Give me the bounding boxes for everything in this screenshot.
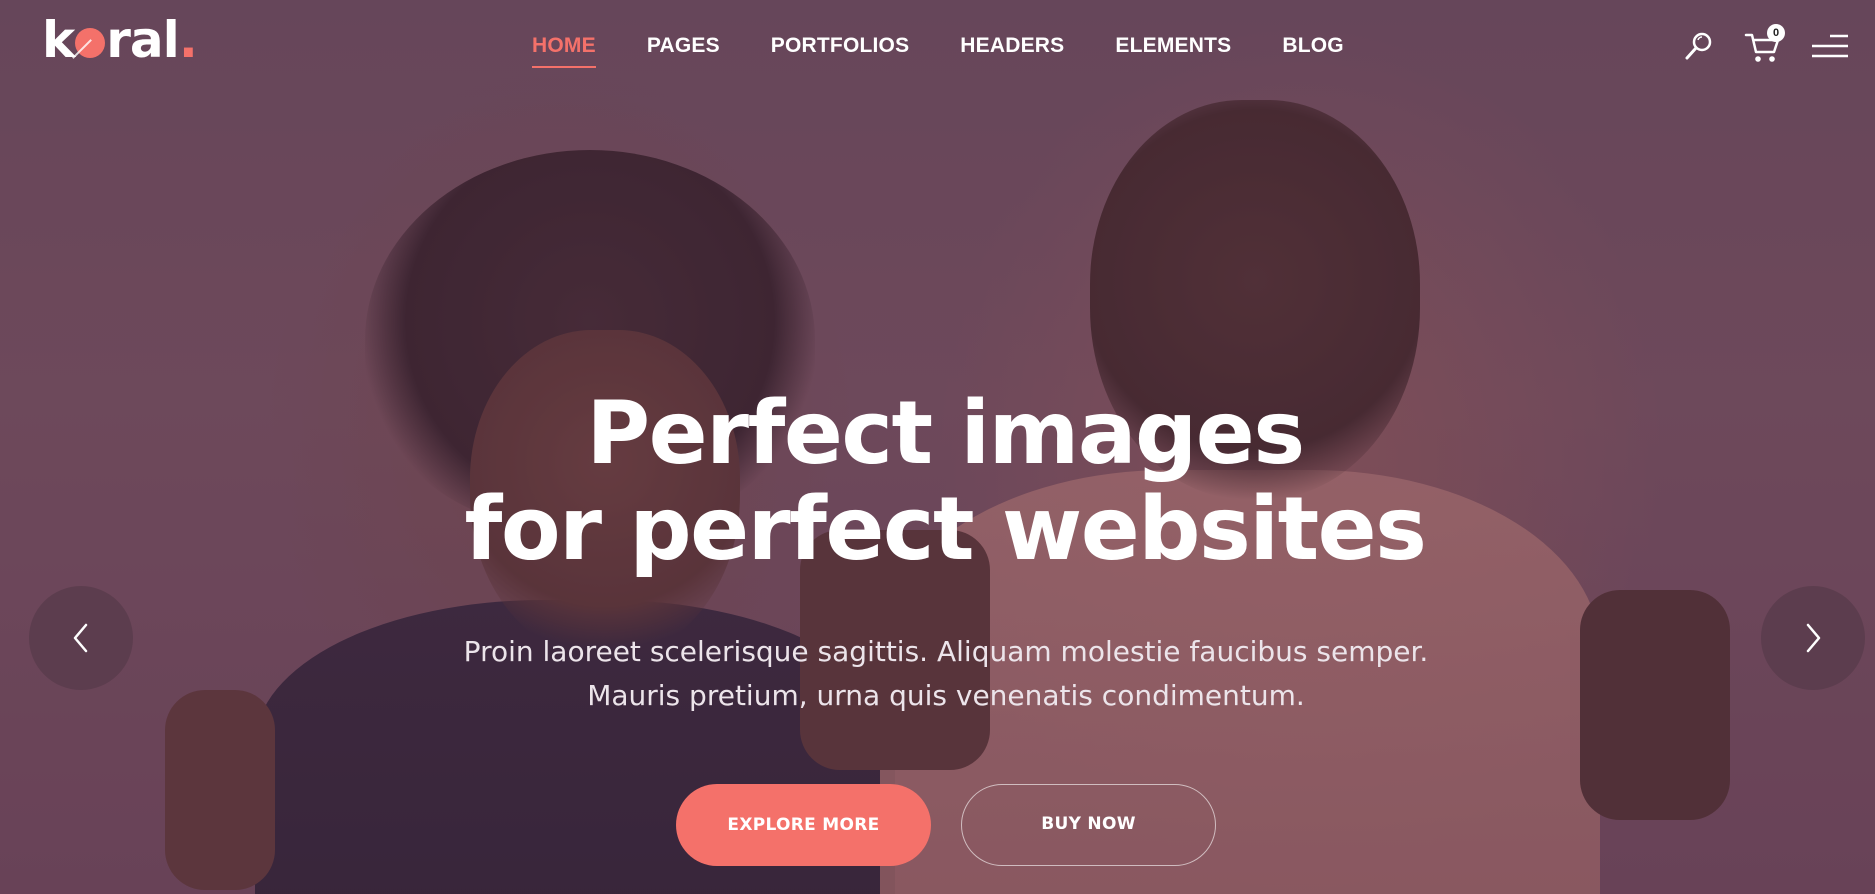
logo-o-mark xyxy=(75,28,106,58)
slider-next-button[interactable] xyxy=(1761,586,1865,690)
nav-item-pages[interactable]: PAGES xyxy=(647,30,720,62)
nav-item-elements[interactable]: ELEMENTS xyxy=(1115,30,1231,62)
main-nav: HOME PAGES PORTFOLIOS HEADERS ELEMENTS B… xyxy=(532,30,1395,68)
hero-subtext-line-2: Mauris pretium, urna quis venenatis cond… xyxy=(587,679,1305,712)
logo-dot: . xyxy=(178,11,198,69)
hero-subtext: Proin laoreet scelerisque sagittis. Aliq… xyxy=(0,630,1875,718)
nav-item-blog[interactable]: BLOG xyxy=(1282,30,1343,62)
buy-now-button[interactable]: BUY NOW xyxy=(961,784,1216,866)
search-button[interactable] xyxy=(1683,30,1715,62)
hero-headline-line-1: Perfect images xyxy=(586,382,1305,484)
site-header: k ral. HOME PAGES PORTFOLIOS HEADERS ELEM… xyxy=(0,0,1875,92)
hero-subtext-line-1: Proin laoreet scelerisque sagittis. Aliq… xyxy=(463,635,1429,668)
explore-more-button[interactable]: EXPLORE MORE xyxy=(676,784,931,866)
menu-button[interactable] xyxy=(1810,32,1850,60)
search-icon xyxy=(1685,32,1712,60)
chevron-left-icon xyxy=(73,623,88,653)
nav-item-headers[interactable]: HEADERS xyxy=(960,30,1064,62)
cart-count-badge: 0 xyxy=(1767,24,1785,42)
nav-item-home[interactable]: HOME xyxy=(532,30,596,68)
menu-icon xyxy=(1812,34,1848,58)
nav-item-portfolios[interactable]: PORTFOLIOS xyxy=(771,30,910,62)
logo-letter-k: k xyxy=(42,11,75,69)
site-logo[interactable]: k ral. xyxy=(42,10,198,70)
cart-button[interactable]: 0 xyxy=(1744,24,1785,64)
slider-prev-button[interactable] xyxy=(29,586,133,690)
logo-text: ral xyxy=(106,11,180,69)
hero-headline: Perfect images for perfect websites xyxy=(0,385,1875,577)
chevron-right-icon xyxy=(1806,623,1821,653)
hero-slider: k ral. HOME PAGES PORTFOLIOS HEADERS ELEM… xyxy=(0,0,1875,894)
hero-headline-line-2: for perfect websites xyxy=(464,478,1427,580)
